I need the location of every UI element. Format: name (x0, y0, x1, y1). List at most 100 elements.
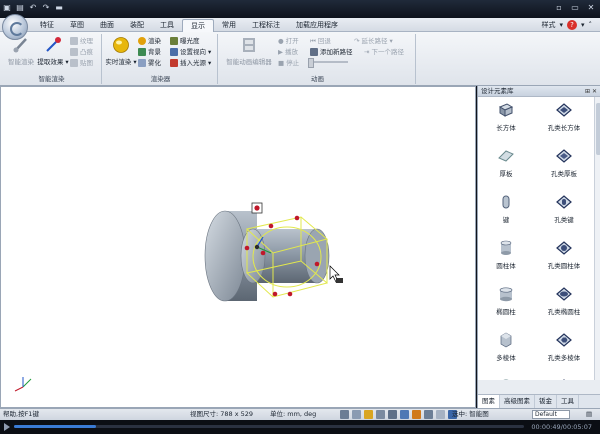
library-item-cylinder[interactable]: 圆柱体 (478, 235, 534, 281)
texture-button[interactable]: 纹理 (70, 36, 93, 46)
zoom-icon[interactable] (340, 410, 349, 419)
help-dropdown-icon[interactable]: ▾ (581, 19, 585, 31)
exposure-button[interactable]: 曝光度 (170, 36, 200, 46)
insert-light-button[interactable]: 插入光源 ▾ (170, 58, 211, 68)
video-progress-track[interactable] (14, 425, 524, 428)
style-dropdown-icon[interactable]: ▾ (559, 19, 563, 31)
panel-pin-icon[interactable]: ⊞ ✕ (585, 86, 597, 97)
library-item-box-hole[interactable]: 孔类长方体 (536, 97, 592, 143)
panel-item-grid: 长方体 孔类长方体 厚板 孔类厚板 键 孔类键 圆柱体 孔类圆柱体 椭圆柱 孔类… (478, 97, 594, 380)
pan-icon[interactable] (352, 410, 361, 419)
set-view-button[interactable]: 设置视向 ▾ (170, 47, 211, 57)
panel-scrollbar[interactable] (594, 97, 600, 380)
prism-icon (500, 332, 512, 348)
library-item-elliptic-hole[interactable]: 孔类椭圆柱 (536, 281, 592, 327)
tab-tools[interactable]: 工具 (152, 19, 182, 32)
status-hint: 帮助,按F1键 (3, 410, 39, 418)
panel-tab-sheetmetal[interactable]: 钣金 (535, 395, 557, 408)
tab-addins[interactable]: 加载应用程序 (288, 19, 346, 32)
title-bar: ▣ ▤ ↶ ↷ ▬ ▫ ▭ ✕ (0, 0, 600, 18)
library-item-prism-hole[interactable]: 孔类多棱体 (536, 327, 592, 373)
shade-icon[interactable] (412, 410, 421, 419)
panel-tab-primitives[interactable]: 图素 (478, 395, 500, 408)
tab-feature[interactable]: 特征 (32, 19, 62, 32)
color-scheme-select[interactable]: Default (532, 410, 570, 419)
elliptic-hole-icon (556, 287, 572, 301)
library-item-sphere[interactable] (478, 373, 534, 380)
render-button[interactable]: 渲染 (138, 36, 161, 46)
add-path-button[interactable]: 添加新路径 (310, 47, 353, 57)
redo-icon[interactable]: ↷ (41, 3, 51, 13)
minimize-icon[interactable]: ▫ (554, 3, 564, 12)
group-title-smart-render: 智能渲染 (38, 75, 65, 83)
library-item-key-hole[interactable]: 孔类键 (536, 189, 592, 235)
smart-render-button[interactable]: 智能渲染 (4, 36, 38, 66)
library-item-key[interactable]: 键 (478, 189, 534, 235)
axis-triad-icon (14, 377, 32, 392)
wireframe-icon[interactable] (424, 410, 433, 419)
group-title-renderer: 渲染器 (150, 75, 171, 83)
background-button[interactable]: 背景 (138, 47, 161, 57)
open-file-icon[interactable]: ▤ (15, 3, 25, 13)
texture-icon (70, 37, 78, 45)
status-view-tools (340, 410, 457, 419)
group-renderer: 实时渲染 ▾ 渲染 曝光度 背景 设置视向 ▾ 雾化 插入光源 ▾ 渲染器 (104, 34, 218, 84)
library-item-prism[interactable]: 多棱体 (478, 327, 534, 373)
library-item-elliptic-cylinder[interactable]: 椭圆柱 (478, 281, 534, 327)
save-icon[interactable]: ▬ (54, 3, 64, 13)
extract-effect-button[interactable]: 提取效果 ▾ (36, 36, 70, 66)
ribbon-tab-row: 特征 草图 曲面 装配 工具 显示 常用 工程标注 加载应用程序 样式 ▾ ? … (0, 18, 600, 32)
emboss-button[interactable]: 凸痕 (70, 47, 93, 57)
panel-tab-row: 图素 高级图素 钣金 工具 (478, 394, 600, 408)
tab-surface[interactable]: 曲面 (92, 19, 122, 32)
library-item-cylinder-hole[interactable]: 孔类圆柱体 (536, 235, 592, 281)
play-button[interactable]: ▶ 播放 (278, 47, 298, 57)
library-item-sphere-hole[interactable] (536, 373, 592, 380)
animation-editor-button[interactable]: 智能动画编辑器 (222, 36, 276, 66)
panel-tab-tools[interactable]: 工具 (557, 395, 579, 408)
close-icon[interactable]: ✕ (586, 3, 596, 12)
style-label[interactable]: 样式 (541, 19, 555, 31)
play-icon[interactable] (4, 423, 10, 431)
section-icon[interactable] (436, 410, 445, 419)
rotate-icon[interactable] (364, 410, 373, 419)
fog-button[interactable]: 雾化 (138, 58, 161, 68)
group-animation: 智能动画编辑器 ● 打开 ⏮ 回退 ↷ 延长路径 ▾ ▶ 播放 添加新路径 ⇥ … (220, 34, 416, 84)
new-file-icon[interactable]: ▣ (2, 3, 12, 13)
library-item-plate[interactable]: 厚板 (478, 143, 534, 189)
scheme-menu-icon[interactable]: ▤ (586, 409, 592, 420)
minimize-ribbon-icon[interactable]: ˄ (589, 19, 593, 31)
undo-icon[interactable]: ↶ (28, 3, 38, 13)
handle-toggle-dot-icon (254, 205, 260, 211)
sphere-hole-icon (563, 379, 565, 380)
design-viewport[interactable] (0, 86, 476, 408)
open-button[interactable]: ● 打开 (278, 36, 299, 46)
help-icon[interactable]: ? (566, 20, 577, 30)
animation-slider[interactable] (308, 58, 348, 68)
restore-icon[interactable]: ▭ (570, 3, 580, 12)
orbit-icon[interactable] (388, 410, 397, 419)
library-item-plate-hole[interactable]: 孔类厚板 (536, 143, 592, 189)
extend-path-button[interactable]: ↷ 延长路径 ▾ (354, 36, 393, 46)
view-orient-icon[interactable] (400, 410, 409, 419)
quick-access-toolbar: ▣ ▤ ↶ ↷ ▬ (2, 3, 64, 13)
panel-tab-advanced[interactable]: 高级图素 (500, 395, 535, 408)
part-model[interactable] (1, 87, 477, 409)
tab-annotation[interactable]: 工程标注 (244, 19, 288, 32)
tab-assembly[interactable]: 装配 (122, 19, 152, 32)
application-menu-button[interactable] (2, 14, 28, 40)
library-item-box[interactable]: 长方体 (478, 97, 534, 143)
tab-common[interactable]: 常用 (214, 19, 244, 32)
render-sphere-icon (113, 37, 129, 53)
rewind-button[interactable]: ⏮ 回退 (310, 36, 331, 46)
panel-scroll-thumb[interactable] (596, 103, 600, 155)
decal-button[interactable]: 贴图 (70, 58, 93, 68)
realtime-render-button[interactable]: 实时渲染 ▾ (104, 36, 138, 66)
background-icon (138, 48, 146, 56)
exposure-icon (170, 37, 178, 45)
tab-display[interactable]: 显示 (182, 19, 214, 32)
tab-sketch[interactable]: 草图 (62, 19, 92, 32)
stop-button[interactable]: ■ 停止 (278, 58, 299, 68)
fit-icon[interactable] (376, 410, 385, 419)
next-path-button[interactable]: ⇥ 下一个路径 (364, 47, 404, 57)
